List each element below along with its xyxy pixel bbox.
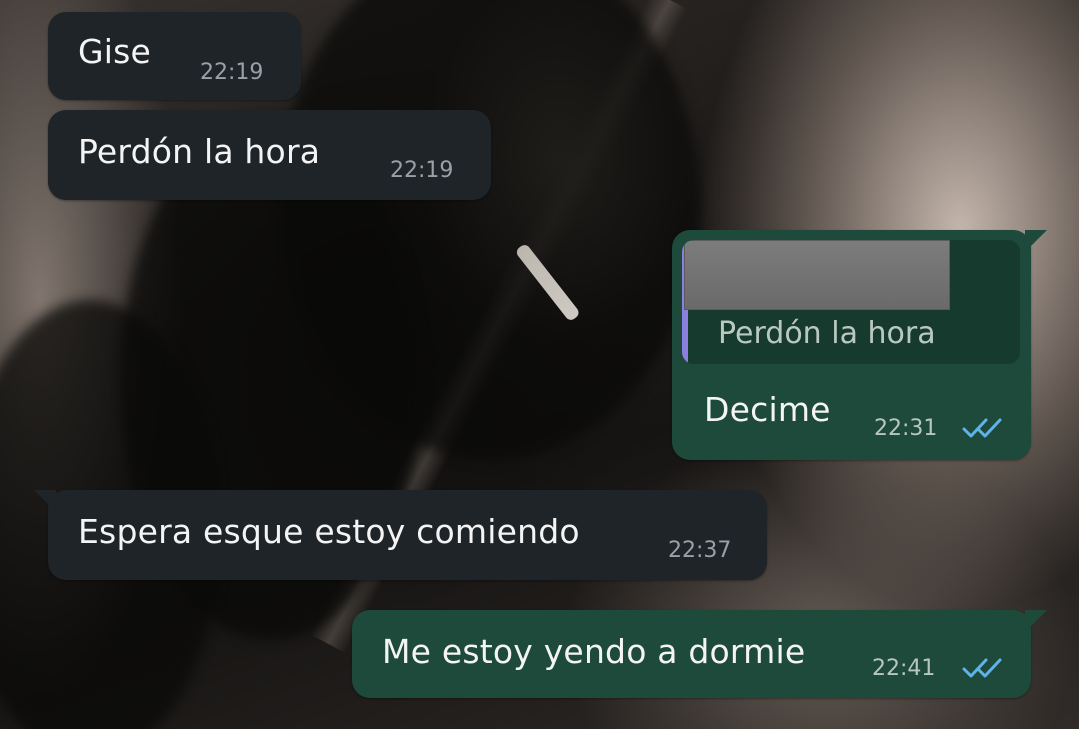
message-timestamp: 22:19: [390, 158, 454, 183]
message-text: Decime: [704, 390, 831, 429]
message-bubble-outgoing[interactable]: Perdón la hora Decime 22:31: [672, 230, 1047, 460]
message-text: Espera esque estoy comiendo: [78, 512, 580, 551]
message-timestamp: 22:31: [874, 416, 938, 441]
double-check-read-icon: [962, 658, 1002, 678]
quoted-message[interactable]: Perdón la hora: [682, 240, 1020, 364]
message-bubble-incoming[interactable]: Perdón la hora 22:19: [48, 110, 491, 200]
message-timestamp: 22:37: [668, 538, 732, 563]
double-check-read-icon: [962, 418, 1002, 438]
redacted-sender-name: [684, 240, 950, 310]
bubble-tail: [1025, 610, 1047, 632]
bubble-tail: [1025, 230, 1047, 252]
quoted-message-text: Perdón la hora: [718, 316, 936, 351]
message-bubble-incoming[interactable]: Espera esque estoy comiendo 22:37: [34, 490, 767, 580]
message-timestamp: 22:41: [872, 656, 936, 681]
message-text: Perdón la hora: [78, 132, 321, 171]
message-timestamp: 22:19: [200, 60, 264, 85]
message-bubble-outgoing[interactable]: Me estoy yendo a dormie 22:41: [352, 610, 1047, 698]
message-text: Gise: [78, 32, 152, 71]
message-text: Me estoy yendo a dormie: [382, 632, 806, 671]
message-bubble-incoming[interactable]: Gise 22:19: [48, 12, 301, 100]
bubble-tail: [34, 490, 56, 512]
